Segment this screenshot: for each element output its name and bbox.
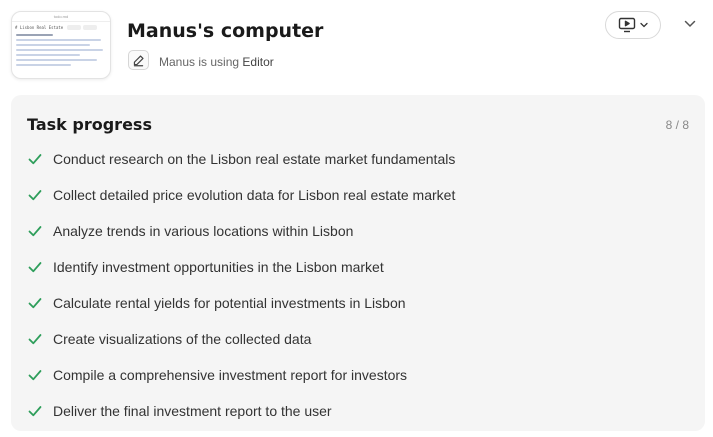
- chevron-down-icon: [684, 20, 696, 28]
- computer-title: Manus's computer: [127, 20, 324, 42]
- thumbnail-toolbar: # Lisbon Real Estate: [15, 25, 109, 31]
- task-label: Calculate rental yields for potential in…: [53, 295, 406, 311]
- screen-thumbnail[interactable]: todo.md # Lisbon Real Estate: [11, 11, 111, 79]
- task-item: Collect detailed price evolution data fo…: [27, 177, 687, 213]
- task-item: Conduct research on the Lisbon real esta…: [27, 141, 687, 177]
- pencil-square-icon: [128, 50, 149, 70]
- collapse-button[interactable]: [681, 15, 699, 33]
- app-status-prefix: Manus is using: [159, 55, 240, 69]
- monitor-play-icon: [618, 17, 636, 33]
- app-status: Manus is using Editor: [159, 55, 274, 69]
- task-item: Identify investment opportunities in the…: [27, 249, 687, 285]
- task-label: Deliver the final investment report to t…: [53, 403, 332, 419]
- check-icon: [27, 403, 43, 419]
- task-label: Create visualizations of the collected d…: [53, 331, 312, 347]
- thumbnail-content: [16, 34, 108, 69]
- thumbnail-tab: [83, 25, 97, 30]
- check-icon: [27, 331, 43, 347]
- check-icon: [27, 223, 43, 239]
- thumbnail-tab: [67, 25, 81, 30]
- check-icon: [27, 187, 43, 203]
- screen-view-button[interactable]: [605, 11, 661, 39]
- task-label: Collect detailed price evolution data fo…: [53, 187, 456, 203]
- task-label: Identify investment opportunities in the…: [53, 259, 384, 275]
- thumbnail-file-label: # Lisbon Real Estate: [15, 25, 64, 30]
- thumbnail-window-title: todo.md: [53, 14, 69, 19]
- task-progress-heading: Task progress: [27, 115, 152, 134]
- check-icon: [27, 151, 43, 167]
- task-progress-panel: Task progress 8 / 8 Conduct research on …: [11, 95, 705, 431]
- task-item: Analyze trends in various locations with…: [27, 213, 687, 249]
- thumbnail-titlebar: todo.md: [12, 12, 110, 22]
- task-label: Analyze trends in various locations with…: [53, 223, 354, 239]
- check-icon: [27, 295, 43, 311]
- task-progress-counter: 8 / 8: [665, 118, 689, 132]
- task-item: Calculate rental yields for potential in…: [27, 285, 687, 321]
- chevron-down-icon: [640, 22, 648, 28]
- check-icon: [27, 259, 43, 275]
- task-label: Compile a comprehensive investment repor…: [53, 367, 408, 383]
- task-list: Conduct research on the Lisbon real esta…: [27, 141, 687, 429]
- task-item: Deliver the final investment report to t…: [27, 393, 687, 429]
- computer-header: todo.md # Lisbon Real Estate Manus's com…: [0, 0, 713, 92]
- task-item: Compile a comprehensive investment repor…: [27, 357, 687, 393]
- task-item: Create visualizations of the collected d…: [27, 321, 687, 357]
- task-label: Conduct research on the Lisbon real esta…: [53, 151, 456, 167]
- app-status-name: Editor: [242, 55, 274, 69]
- check-icon: [27, 367, 43, 383]
